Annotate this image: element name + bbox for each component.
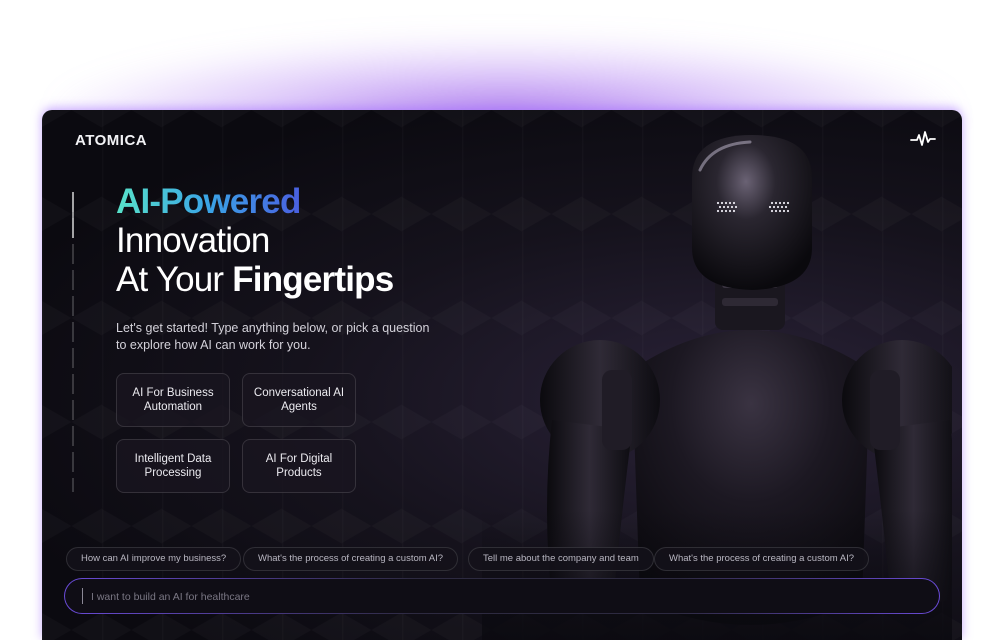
subtitle-line-1: Let's get started! Type anything below, …: [116, 321, 430, 335]
chat-input-inner: [65, 579, 939, 615]
hero-headline: AI-Powered Innovation At Your Fingertips: [116, 182, 394, 299]
suggestion-chip[interactable]: How can AI improve my business?: [66, 547, 242, 571]
text-caret: [82, 588, 83, 604]
headline-line-3-regular: At Your: [116, 260, 233, 299]
headline-gradient-text: AI-Powered: [116, 182, 301, 221]
headline-line-3-bold: Fingertips: [232, 260, 394, 299]
suggestion-chip[interactable]: What's the process of creating a custom …: [654, 547, 870, 571]
hero-subtitle: Let's get started! Type anything below, …: [116, 320, 446, 354]
headline-line-2: Innovation: [116, 221, 270, 260]
hero-card: ATOMICA AI-Powered Innovation At Your Fi…: [42, 110, 962, 640]
subtitle-line-2: to explore how AI can work for you.: [116, 338, 311, 352]
topic-card-conversational-agents[interactable]: Conversational AI Agents: [242, 373, 356, 427]
topic-card-data-processing[interactable]: Intelligent Data Processing: [116, 439, 230, 493]
brand-logo[interactable]: ATOMICA: [75, 132, 147, 149]
topic-card-business-automation[interactable]: AI For Business Automation: [116, 373, 230, 427]
chat-input-container[interactable]: [64, 578, 940, 615]
scroll-indicator-thumb[interactable]: [72, 192, 74, 238]
topic-card-digital-products[interactable]: AI For Digital Products: [242, 439, 356, 493]
suggestion-chip[interactable]: What's the process of creating a custom …: [243, 547, 459, 571]
suggestion-chip[interactable]: Tell me about the company and team: [468, 547, 654, 571]
chat-input[interactable]: [89, 579, 913, 615]
